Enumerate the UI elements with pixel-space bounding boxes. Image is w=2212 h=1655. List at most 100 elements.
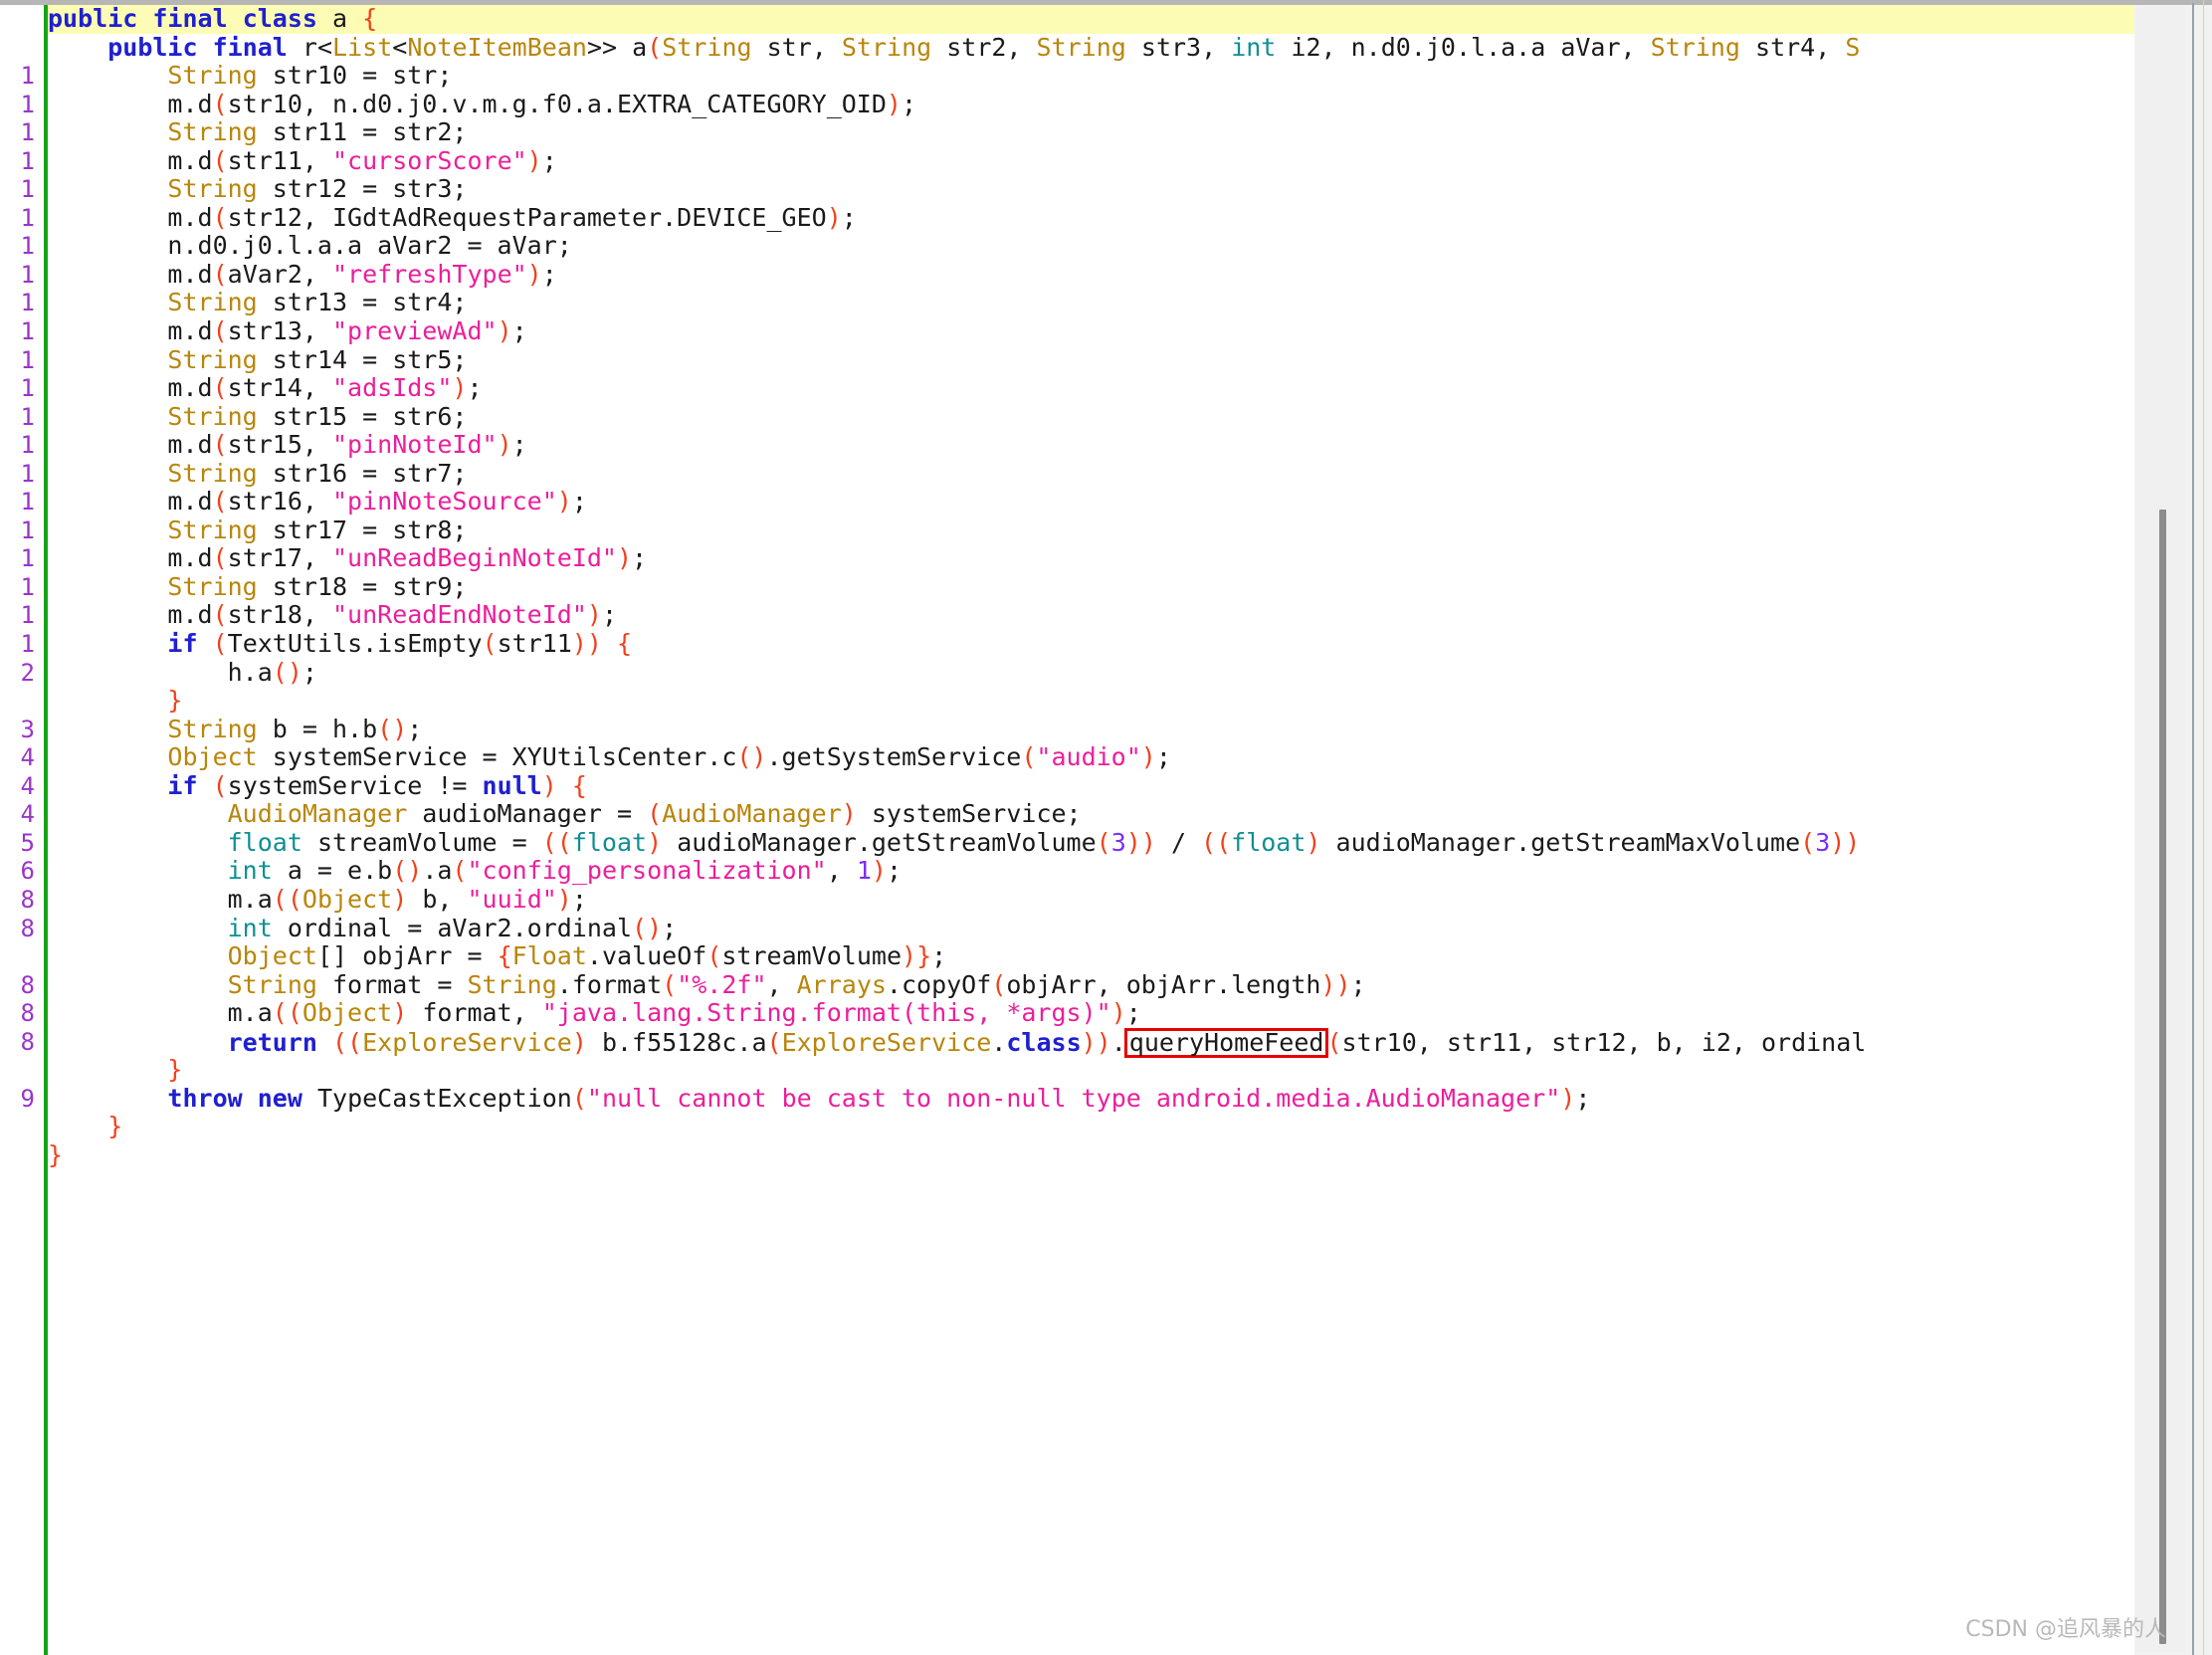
code-token: )) [1830,827,1861,857]
code-token: "java.lang.String.format(this, *args)" [541,998,1111,1028]
code-token: ; [1125,998,1141,1028]
code-token: audioManager = [407,799,648,829]
code-line[interactable]: } [48,686,2134,716]
code-line[interactable]: m.d(str17, "unReadBeginNoteId"); [48,544,2134,573]
code-content[interactable]: public final class a { public final r<Li… [48,5,2134,1655]
code-line[interactable]: m.d(str11, "cursorScore"); [48,145,2134,176]
code-line[interactable]: Object[] objArr = {Float.valueOf(streamV… [48,941,2134,971]
code-token: )) [1320,969,1351,999]
code-token: } [916,941,932,971]
code-token: int [1231,32,1277,62]
code-token: str17 = str8; [257,515,468,544]
code-token: ) [526,145,542,175]
code-token: audioManager.getStreamMaxVolume [1320,827,1801,857]
code-token: String [167,61,258,91]
code-editor-pane[interactable]: 1111111111111111111112344456888889 ) ) )… [0,5,2134,1655]
code-token: ) [902,941,917,971]
code-line[interactable]: String b = h.b(); [48,714,2134,744]
code-token: str15, [227,430,332,460]
code-line[interactable]: int ordinal = aVar2.ordinal(); [48,913,2134,943]
code-line[interactable]: m.d(str12, IGdtAdRequestParameter.DEVICE… [48,203,2134,233]
code-line[interactable]: if (TextUtils.isEmpty(str11)) { [48,629,2134,659]
code-line[interactable]: n.d0.j0.l.a.a aVar2 = aVar; [48,232,2134,261]
code-token: ; [1575,1083,1591,1113]
code-token: () [377,714,408,743]
code-line[interactable]: m.d(str13, "previewAd"); [48,316,2134,346]
gutter-row: 1 [0,403,45,432]
code-token: .valueOf [586,941,707,971]
gutter-row: 9 [0,1085,45,1114]
code-line[interactable]: Object systemService = XYUtilsCenter.c()… [48,742,2134,772]
code-token: str10, n.d0.j0.v.m.g.f0.a.EXTRA_CATEGORY… [227,89,887,118]
code-line[interactable]: m.d(str15, "pinNoteId"); [48,430,2134,460]
code-line[interactable]: } [48,1113,2134,1141]
highlighted-method-name[interactable]: queryHomeFeed [1123,1027,1329,1058]
code-line[interactable]: public final class a { [48,5,2134,34]
code-token: < [392,32,408,62]
code-line[interactable]: AudioManager audioManager = (AudioManage… [48,800,2134,829]
code-line[interactable]: String str16 = str7; [48,459,2134,489]
code-line[interactable]: m.d(str16, "pinNoteSource"); [48,488,2134,517]
code-token: Arrays [796,969,887,999]
code-token: . [991,1027,1007,1057]
code-line[interactable]: m.d(aVar2, "refreshType"); [48,260,2134,290]
gutter-row: 1 [0,118,45,147]
code-line[interactable]: m.d(str14, "adsIds"); [48,373,2134,403]
gutter-row [0,34,45,63]
code-token: ) [571,1027,587,1057]
code-line[interactable]: m.a((Object) format, "java.lang.String.f… [48,998,2134,1028]
gutter-row [0,1141,45,1170]
gutter-row [0,5,45,34]
code-token: m.d [167,316,213,346]
code-line[interactable]: throw new TypeCastException("null cannot… [48,1083,2134,1114]
code-line[interactable]: String str17 = str8; [48,515,2134,545]
code-line[interactable]: String str14 = str5; [48,345,2134,375]
code-line[interactable]: return ((ExploreService) b.f55128c.a(Exp… [48,1027,2134,1058]
line-number: 1 [20,488,35,517]
code-line[interactable]: public final r<List<NoteItemBean>> a(Str… [48,32,2134,63]
gutter-row: 1 [0,261,45,290]
gutter-row: 1 [0,431,45,460]
code-line[interactable]: m.a((Object) b, "uuid"); [48,885,2134,915]
code-line[interactable]: String str11 = str2; [48,117,2134,147]
code-token: ( [706,941,722,971]
code-token: ) [871,856,887,886]
code-line[interactable]: } [48,1139,2134,1170]
code-line[interactable]: m.d(str18, "unReadEndNoteId"); [48,601,2134,630]
code-token: systemService != [227,770,483,800]
line-number: 5 [20,828,35,857]
code-token: str11 [497,629,572,659]
code-line[interactable]: String str18 = str9; [48,572,2134,602]
code-token: ; [467,373,483,403]
code-token: str13 = str4; [257,288,468,317]
code-line[interactable]: if (systemService != null) { [48,770,2134,801]
code-token: () [632,913,663,942]
code-line[interactable]: String str12 = str3; [48,175,2134,204]
gutter-row: 1 [0,289,45,317]
code-token: (( [1201,827,1232,857]
code-token: "adsIds" [332,373,453,403]
code-token: systemService; [856,799,1082,829]
code-line[interactable]: int a = e.b().a("config_personalization"… [48,857,2134,886]
line-number: 8 [20,999,35,1028]
code-line[interactable]: h.a(); [48,658,2134,688]
code-line[interactable]: String str13 = str4; [48,289,2134,317]
code-token: } [48,1139,64,1169]
code-line[interactable]: String str15 = str6; [48,402,2134,432]
code-line[interactable]: float streamVolume = ((float) audioManag… [48,827,2134,858]
code-line[interactable]: String format = String.format("%.2f", Ar… [48,969,2134,1000]
code-token: m.d [167,543,213,573]
code-line[interactable]: } [48,1055,2134,1085]
code-token: ( [647,32,663,62]
gutter-row: 1 [0,460,45,489]
code-line[interactable]: String str10 = str; [48,61,2134,91]
vertical-scrollbar-thumb[interactable] [2159,510,2166,1644]
code-line[interactable]: m.d(str10, n.d0.j0.v.m.g.f0.a.EXTRA_CATE… [48,89,2134,119]
